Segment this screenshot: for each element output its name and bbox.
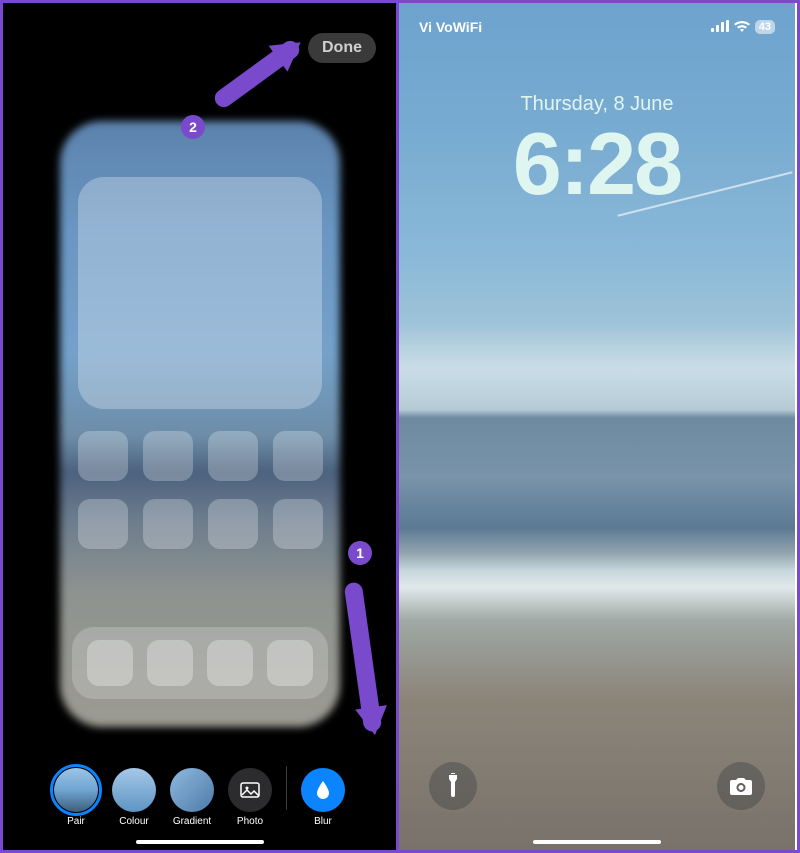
annotation-badge-1: 1 — [348, 541, 372, 565]
option-label: Photo — [237, 816, 263, 827]
gradient-icon — [170, 768, 214, 812]
app-placeholder — [78, 499, 128, 549]
photo-icon — [228, 768, 272, 812]
carrier-label: Vi VoWiFi — [419, 19, 482, 35]
app-placeholder — [273, 431, 323, 481]
dock-app-placeholder — [267, 640, 313, 686]
app-placeholder — [143, 431, 193, 481]
colour-icon — [112, 768, 156, 812]
app-row — [78, 499, 323, 549]
app-placeholder — [273, 499, 323, 549]
battery-indicator: 43 — [755, 20, 775, 34]
option-pair[interactable]: Pair — [54, 768, 98, 827]
app-placeholder — [143, 499, 193, 549]
app-placeholder — [208, 499, 258, 549]
wallpaper-clouds — [399, 323, 795, 413]
wallpaper-editor-screen: Done 2 1 — [3, 3, 399, 850]
wifi-icon — [734, 19, 750, 35]
option-blur[interactable]: Blur — [301, 768, 345, 827]
lock-screen-time[interactable]: 6:28 — [399, 113, 795, 215]
option-label: Pair — [67, 816, 85, 827]
dock-app-placeholder — [207, 640, 253, 686]
camera-button[interactable] — [717, 762, 765, 810]
home-indicator[interactable] — [533, 840, 661, 844]
annotation-arrow — [344, 581, 383, 732]
pair-icon — [54, 768, 98, 812]
annotation-arrow — [211, 37, 302, 110]
wallpaper-options-bar: Pair Colour Gradient Photo Bl — [3, 766, 396, 828]
option-photo[interactable]: Photo — [228, 768, 272, 827]
dock-app-placeholder — [147, 640, 193, 686]
dock-app-placeholder — [87, 640, 133, 686]
annotation-badge-2: 2 — [181, 115, 205, 139]
widget-placeholder — [78, 177, 322, 409]
lock-screen: Vi VoWiFi 43 Thursday, 8 June 6:28 — [399, 3, 795, 850]
app-placeholder — [78, 431, 128, 481]
option-label: Gradient — [173, 816, 211, 827]
option-label: Colour — [119, 816, 148, 827]
app-placeholder — [208, 431, 258, 481]
option-label: Blur — [314, 816, 332, 827]
done-button[interactable]: Done — [308, 33, 376, 63]
separator — [286, 766, 287, 810]
option-colour[interactable]: Colour — [112, 768, 156, 827]
app-row — [78, 431, 323, 481]
signal-icon — [711, 19, 729, 35]
dock — [72, 627, 328, 699]
option-gradient[interactable]: Gradient — [170, 768, 214, 827]
status-bar: Vi VoWiFi 43 — [399, 17, 795, 37]
flashlight-button[interactable] — [429, 762, 477, 810]
blur-icon — [301, 768, 345, 812]
home-screen-preview[interactable] — [60, 121, 340, 727]
home-indicator[interactable] — [136, 840, 264, 844]
